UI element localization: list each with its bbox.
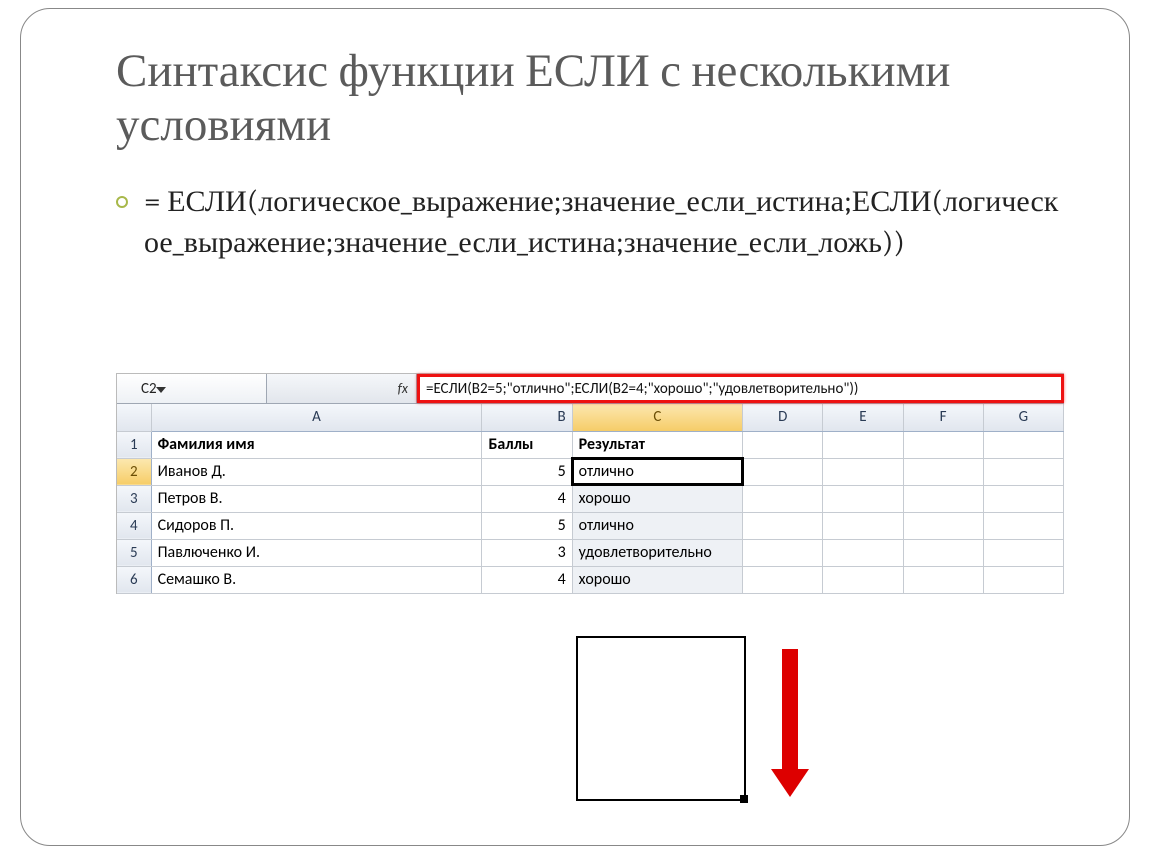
formula-text: =ЕСЛИ(B2=5;"отлично";ЕСЛИ(B2=4;"хорошо";…: [426, 380, 858, 398]
col-header-f[interactable]: F: [903, 404, 983, 431]
fx-button-area: fx: [267, 374, 417, 403]
select-all-corner[interactable]: [117, 404, 151, 431]
cell-e1[interactable]: [823, 431, 903, 458]
cell-c3[interactable]: хорошо: [572, 485, 742, 512]
col-header-b[interactable]: B: [482, 404, 572, 431]
spreadsheet-grid[interactable]: A B C D E F G 1 Фамилия имя Баллы Резуль…: [117, 404, 1064, 594]
cell-b5[interactable]: 3: [482, 539, 572, 566]
cell-e4[interactable]: [823, 512, 903, 539]
formula-input[interactable]: =ЕСЛИ(B2=5;"отлично";ЕСЛИ(B2=4;"хорошо";…: [417, 374, 1064, 403]
cell-d4[interactable]: [743, 512, 823, 539]
cell-d6[interactable]: [743, 566, 823, 593]
fill-handle[interactable]: [740, 795, 748, 803]
row-header-2[interactable]: 2: [117, 458, 151, 485]
cell-a3[interactable]: Петров В.: [151, 485, 482, 512]
row-header-6[interactable]: 6: [117, 566, 151, 593]
cell-d1[interactable]: [743, 431, 823, 458]
cell-e3[interactable]: [823, 485, 903, 512]
cell-d2[interactable]: [743, 458, 823, 485]
cell-a6[interactable]: Семашко В.: [151, 566, 482, 593]
slide-frame: Синтаксис функции ЕСЛИ с несколькими усл…: [20, 8, 1130, 846]
cell-g2[interactable]: [983, 458, 1063, 485]
cell-b3[interactable]: 4: [482, 485, 572, 512]
cell-c4[interactable]: отлично: [572, 512, 742, 539]
cell-c1[interactable]: Результат: [572, 431, 742, 458]
cell-b6[interactable]: 4: [482, 566, 572, 593]
cell-g4[interactable]: [983, 512, 1063, 539]
name-box[interactable]: C2: [117, 374, 267, 403]
cell-e5[interactable]: [823, 539, 903, 566]
cell-b1[interactable]: Баллы: [482, 431, 572, 458]
selection-outline: [576, 636, 746, 801]
bullet-text: = ЕСЛИ(логическое_выражение;значение_есл…: [144, 182, 1064, 263]
col-header-e[interactable]: E: [823, 404, 903, 431]
cell-f3[interactable]: [903, 485, 983, 512]
formula-bar: C2 fx =ЕСЛИ(B2=5;"отлично";ЕСЛИ(B2=4;"хо…: [117, 374, 1064, 404]
cell-f2[interactable]: [903, 458, 983, 485]
excel-screenshot: C2 fx =ЕСЛИ(B2=5;"отлично";ЕСЛИ(B2=4;"хо…: [116, 373, 1064, 594]
col-header-d[interactable]: D: [743, 404, 823, 431]
fx-icon[interactable]: fx: [398, 380, 408, 397]
cell-b2[interactable]: 5: [482, 458, 572, 485]
red-arrow-icon: [771, 649, 809, 797]
row-header-5[interactable]: 5: [117, 539, 151, 566]
row-header-4[interactable]: 4: [117, 512, 151, 539]
cell-e6[interactable]: [823, 566, 903, 593]
cell-f4[interactable]: [903, 512, 983, 539]
cell-f5[interactable]: [903, 539, 983, 566]
col-header-a[interactable]: A: [151, 404, 482, 431]
cell-d5[interactable]: [743, 539, 823, 566]
name-box-value: C2: [141, 380, 157, 398]
cell-a1[interactable]: Фамилия имя: [151, 431, 482, 458]
cell-c5[interactable]: удовлетворительно: [572, 539, 742, 566]
cell-g6[interactable]: [983, 566, 1063, 593]
bullet-item: = ЕСЛИ(логическое_выражение;значение_есл…: [116, 182, 1064, 263]
row-header-3[interactable]: 3: [117, 485, 151, 512]
cell-a4[interactable]: Сидоров П.: [151, 512, 482, 539]
cell-f1[interactable]: [903, 431, 983, 458]
cell-c2[interactable]: отлично: [572, 458, 742, 485]
cell-g3[interactable]: [983, 485, 1063, 512]
cell-b4[interactable]: 5: [482, 512, 572, 539]
bullet-icon: [116, 196, 128, 208]
cell-a2[interactable]: Иванов Д.: [151, 458, 482, 485]
cell-d3[interactable]: [743, 485, 823, 512]
cell-g5[interactable]: [983, 539, 1063, 566]
cell-f6[interactable]: [903, 566, 983, 593]
cell-e2[interactable]: [823, 458, 903, 485]
cell-a5[interactable]: Павлюченко И.: [151, 539, 482, 566]
cell-c6[interactable]: хорошо: [572, 566, 742, 593]
row-header-1[interactable]: 1: [117, 431, 151, 458]
dropdown-icon[interactable]: [156, 387, 166, 393]
slide-title: Синтаксис функции ЕСЛИ с несколькими усл…: [116, 44, 1064, 152]
col-header-g[interactable]: G: [983, 404, 1063, 431]
cell-g1[interactable]: [983, 431, 1063, 458]
col-header-c[interactable]: C: [572, 404, 742, 431]
